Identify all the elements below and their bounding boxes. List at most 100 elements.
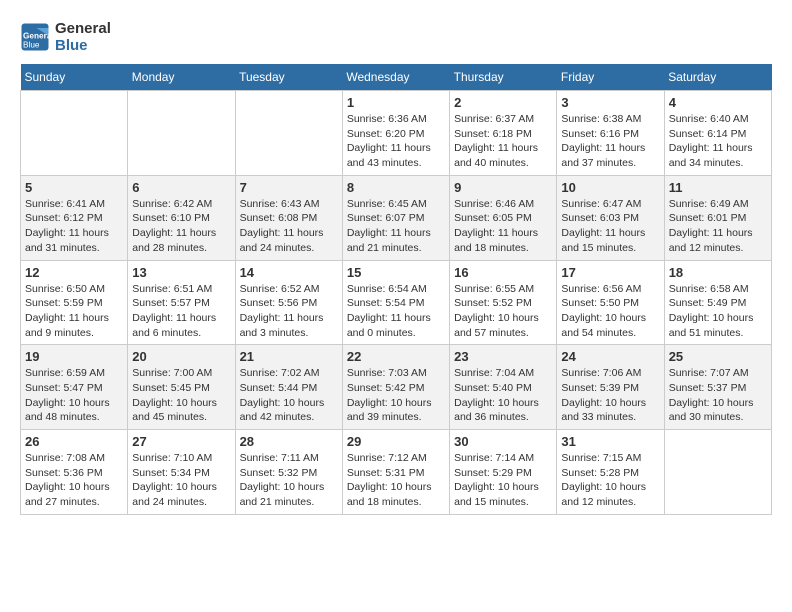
day-number: 19 [25,349,123,364]
day-number: 10 [561,180,659,195]
calendar-cell: 21 Sunrise: 7:02 AM Sunset: 5:44 PM Dayli… [235,345,342,430]
day-info: Sunrise: 7:14 AM Sunset: 5:29 PM Dayligh… [454,451,552,510]
calendar-week-5: 26 Sunrise: 7:08 AM Sunset: 5:36 PM Dayli… [21,430,772,515]
day-info: Sunrise: 6:46 AM Sunset: 6:05 PM Dayligh… [454,197,552,256]
calendar-week-2: 5 Sunrise: 6:41 AM Sunset: 6:12 PM Daylig… [21,175,772,260]
day-number: 17 [561,265,659,280]
calendar-week-3: 12Sunrise: 6:50 AM Sunset: 5:59 PM Dayli… [21,260,772,345]
calendar-cell [235,91,342,176]
logo: General Blue General Blue [20,20,111,54]
day-info: Sunrise: 6:42 AM Sunset: 6:10 PM Dayligh… [132,197,230,256]
calendar-cell: 26 Sunrise: 7:08 AM Sunset: 5:36 PM Dayli… [21,430,128,515]
day-info: Sunrise: 6:54 AM Sunset: 5:54 PM Dayligh… [347,282,445,341]
calendar-cell: 30 Sunrise: 7:14 AM Sunset: 5:29 PM Dayli… [450,430,557,515]
calendar-cell: 7 Sunrise: 6:43 AM Sunset: 6:08 PM Daylig… [235,175,342,260]
day-info: Sunrise: 6:36 AM Sunset: 6:20 PM Dayligh… [347,112,445,171]
calendar-cell: 6 Sunrise: 6:42 AM Sunset: 6:10 PM Daylig… [128,175,235,260]
day-number: 7 [240,180,338,195]
calendar-cell: 18 Sunrise: 6:58 AM Sunset: 5:49 PM Dayli… [664,260,771,345]
day-info: Sunrise: 6:47 AM Sunset: 6:03 PM Dayligh… [561,197,659,256]
svg-text:Blue: Blue [23,41,40,50]
calendar-cell: 24 Sunrise: 7:06 AM Sunset: 5:39 PM Dayli… [557,345,664,430]
day-number: 5 [25,180,123,195]
calendar-cell: 25 Sunrise: 7:07 AM Sunset: 5:37 PM Dayli… [664,345,771,430]
day-number: 21 [240,349,338,364]
day-info: Sunrise: 7:03 AM Sunset: 5:42 PM Dayligh… [347,366,445,425]
calendar-cell: 22 Sunrise: 7:03 AM Sunset: 5:42 PM Dayli… [342,345,449,430]
day-number: 13 [132,265,230,280]
day-header-saturday: Saturday [664,64,771,91]
day-number: 4 [669,95,767,110]
day-info: Sunrise: 6:51 AM Sunset: 5:57 PM Dayligh… [132,282,230,341]
day-info: Sunrise: 6:56 AM Sunset: 5:50 PM Dayligh… [561,282,659,341]
calendar-cell: 13 Sunrise: 6:51 AM Sunset: 5:57 PM Dayli… [128,260,235,345]
day-number: 24 [561,349,659,364]
calendar-cell: 11 Sunrise: 6:49 AM Sunset: 6:01 PM Dayli… [664,175,771,260]
day-header-sunday: Sunday [21,64,128,91]
page-header: General Blue General Blue [20,20,772,54]
day-info: Sunrise: 6:50 AM Sunset: 5:59 PM Dayligh… [25,282,123,341]
day-header-thursday: Thursday [450,64,557,91]
day-number: 15 [347,265,445,280]
calendar-cell: 14 Sunrise: 6:52 AM Sunset: 5:56 PM Dayli… [235,260,342,345]
calendar-cell: 20 Sunrise: 7:00 AM Sunset: 5:45 PM Dayli… [128,345,235,430]
calendar-cell: 5 Sunrise: 6:41 AM Sunset: 6:12 PM Daylig… [21,175,128,260]
day-header-friday: Friday [557,64,664,91]
calendar-cell: 2Sunrise: 6:37 AM Sunset: 6:18 PM Daylig… [450,91,557,176]
day-info: Sunrise: 6:52 AM Sunset: 5:56 PM Dayligh… [240,282,338,341]
day-number: 20 [132,349,230,364]
day-info: Sunrise: 7:06 AM Sunset: 5:39 PM Dayligh… [561,366,659,425]
day-number: 18 [669,265,767,280]
calendar-cell: 12Sunrise: 6:50 AM Sunset: 5:59 PM Dayli… [21,260,128,345]
day-number: 27 [132,434,230,449]
calendar-cell: 19 Sunrise: 6:59 AM Sunset: 5:47 PM Dayli… [21,345,128,430]
day-number: 1 [347,95,445,110]
logo-icon: General Blue [20,22,50,52]
day-info: Sunrise: 7:00 AM Sunset: 5:45 PM Dayligh… [132,366,230,425]
day-info: Sunrise: 6:59 AM Sunset: 5:47 PM Dayligh… [25,366,123,425]
day-info: Sunrise: 6:40 AM Sunset: 6:14 PM Dayligh… [669,112,767,171]
day-info: Sunrise: 7:04 AM Sunset: 5:40 PM Dayligh… [454,366,552,425]
day-number: 26 [25,434,123,449]
day-header-wednesday: Wednesday [342,64,449,91]
day-info: Sunrise: 7:11 AM Sunset: 5:32 PM Dayligh… [240,451,338,510]
day-number: 2 [454,95,552,110]
day-number: 6 [132,180,230,195]
day-info: Sunrise: 6:49 AM Sunset: 6:01 PM Dayligh… [669,197,767,256]
day-info: Sunrise: 7:08 AM Sunset: 5:36 PM Dayligh… [25,451,123,510]
day-header-tuesday: Tuesday [235,64,342,91]
day-info: Sunrise: 7:07 AM Sunset: 5:37 PM Dayligh… [669,366,767,425]
day-number: 9 [454,180,552,195]
day-number: 25 [669,349,767,364]
day-number: 23 [454,349,552,364]
svg-text:General: General [23,32,50,41]
calendar-cell [21,91,128,176]
day-info: Sunrise: 6:38 AM Sunset: 6:16 PM Dayligh… [561,112,659,171]
day-info: Sunrise: 6:55 AM Sunset: 5:52 PM Dayligh… [454,282,552,341]
calendar-cell: 4 Sunrise: 6:40 AM Sunset: 6:14 PM Daylig… [664,91,771,176]
calendar-cell: 16Sunrise: 6:55 AM Sunset: 5:52 PM Dayli… [450,260,557,345]
day-info: Sunrise: 6:45 AM Sunset: 6:07 PM Dayligh… [347,197,445,256]
day-number: 3 [561,95,659,110]
day-number: 8 [347,180,445,195]
day-info: Sunrise: 6:43 AM Sunset: 6:08 PM Dayligh… [240,197,338,256]
day-info: Sunrise: 6:58 AM Sunset: 5:49 PM Dayligh… [669,282,767,341]
day-info: Sunrise: 7:12 AM Sunset: 5:31 PM Dayligh… [347,451,445,510]
day-number: 31 [561,434,659,449]
calendar-week-4: 19 Sunrise: 6:59 AM Sunset: 5:47 PM Dayli… [21,345,772,430]
calendar-cell: 31 Sunrise: 7:15 AM Sunset: 5:28 PM Dayli… [557,430,664,515]
day-number: 11 [669,180,767,195]
calendar-cell: 1 Sunrise: 6:36 AM Sunset: 6:20 PM Daylig… [342,91,449,176]
day-info: Sunrise: 7:02 AM Sunset: 5:44 PM Dayligh… [240,366,338,425]
calendar-cell: 27 Sunrise: 7:10 AM Sunset: 5:34 PM Dayli… [128,430,235,515]
day-number: 30 [454,434,552,449]
calendar-cell [128,91,235,176]
day-number: 14 [240,265,338,280]
calendar-week-1: 1 Sunrise: 6:36 AM Sunset: 6:20 PM Daylig… [21,91,772,176]
day-number: 22 [347,349,445,364]
day-number: 29 [347,434,445,449]
day-info: Sunrise: 7:10 AM Sunset: 5:34 PM Dayligh… [132,451,230,510]
day-info: Sunrise: 6:41 AM Sunset: 6:12 PM Dayligh… [25,197,123,256]
day-info: Sunrise: 7:15 AM Sunset: 5:28 PM Dayligh… [561,451,659,510]
calendar-cell: 23 Sunrise: 7:04 AM Sunset: 5:40 PM Dayli… [450,345,557,430]
